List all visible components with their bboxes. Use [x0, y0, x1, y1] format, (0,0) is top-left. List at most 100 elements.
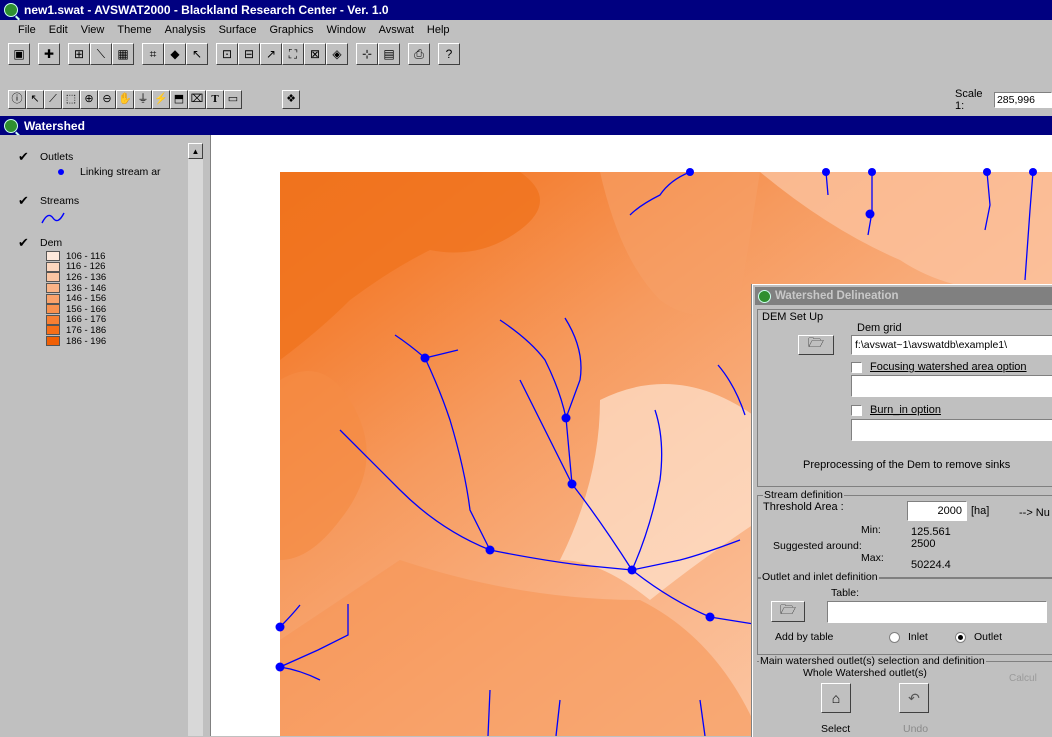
button-bar: ▣ ✚ ⊞ ⟍ ▦ ⌗ ◆ ↖ ⊡ ⊟ ↗ ⛶ ⊠ ◈ ⊹ ▤ ⎙ ?: [8, 42, 460, 66]
edit-legend-icon[interactable]: ⟍: [90, 43, 112, 65]
vertex-edit-icon[interactable]: ⟋: [44, 90, 62, 109]
arcview-app-icon[interactable]: [4, 3, 18, 17]
menu-edit[interactable]: Edit: [49, 24, 68, 36]
dem-class-label: 166 - 176: [66, 314, 107, 326]
menu-surface[interactable]: Surface: [219, 24, 257, 36]
identify-icon[interactable]: ⓘ: [8, 90, 26, 109]
outlet-point[interactable]: [420, 353, 430, 363]
pan-icon[interactable]: ✋: [116, 90, 134, 109]
select-outlet-button[interactable]: ⌂: [821, 683, 851, 713]
text-icon[interactable]: T: [206, 90, 224, 109]
outlet-point[interactable]: [983, 168, 991, 176]
outlet-point[interactable]: [485, 545, 495, 555]
undo-label: Undo: [903, 723, 929, 735]
dialog-title-bar[interactable]: Watershed Delineation: [755, 287, 1052, 305]
dialog-app-icon[interactable]: [758, 289, 771, 303]
burn-in-option[interactable]: Burn_in option: [851, 404, 941, 416]
stream-definition-label: Stream definition: [763, 489, 844, 501]
hot-link-icon[interactable]: ⚡: [152, 90, 170, 109]
label-icon[interactable]: ⌧: [188, 90, 206, 109]
menu-view[interactable]: View: [81, 24, 105, 36]
table-label: Table:: [831, 587, 860, 599]
undo-outlet-button[interactable]: ↶: [899, 683, 929, 713]
outlet-point[interactable]: [275, 622, 285, 632]
outlet-point[interactable]: [1029, 168, 1037, 176]
outlet-point[interactable]: [561, 413, 571, 423]
toc-scrollbar-track[interactable]: [188, 159, 203, 736]
theme-streams[interactable]: ✔ Streams: [18, 193, 79, 209]
menu-graphics[interactable]: Graphics: [270, 24, 314, 36]
menu-analysis[interactable]: Analysis: [165, 24, 206, 36]
zoom-active-themes-icon[interactable]: ⊟: [238, 43, 260, 65]
zoom-previous-icon[interactable]: ◈: [326, 43, 348, 65]
measure-icon[interactable]: ⏚: [134, 90, 152, 109]
add-theme-icon[interactable]: ✚: [38, 43, 60, 65]
zoom-in-icon[interactable]: ⊕: [80, 90, 98, 109]
outlet-point[interactable]: [567, 479, 577, 489]
focusing-option[interactable]: Focusing watershed area option: [851, 361, 1027, 373]
menu-theme[interactable]: Theme: [117, 24, 151, 36]
locate-address-icon[interactable]: ◆: [164, 43, 186, 65]
inlet-option[interactable]: Inlet: [889, 631, 928, 643]
outlet-radio[interactable]: [955, 631, 966, 643]
outlet-point[interactable]: [865, 209, 875, 219]
menu-window[interactable]: Window: [327, 24, 366, 36]
burn-in-field[interactable]: [851, 419, 1052, 441]
print-icon[interactable]: ⎙: [408, 43, 430, 65]
dem-setup-label: DEM Set Up: [761, 311, 825, 323]
outlet-point[interactable]: [868, 168, 876, 176]
zoom-full-extent-icon[interactable]: ⊡: [216, 43, 238, 65]
table-open-button[interactable]: 🗁: [771, 601, 805, 622]
theme-dem[interactable]: ✔ Dem: [18, 235, 62, 251]
query-builder-icon[interactable]: ↖: [186, 43, 208, 65]
table-field[interactable]: [827, 601, 1047, 623]
outlet-point[interactable]: [822, 168, 830, 176]
focusing-checkbox[interactable]: [851, 361, 862, 373]
draw-rectangle-icon[interactable]: ▭: [224, 90, 242, 109]
outlet-option[interactable]: Outlet: [955, 631, 1002, 643]
dem-class-swatch: [46, 325, 60, 336]
zoom-selected-icon[interactable]: ↗: [260, 43, 282, 65]
dem-grid-open-button[interactable]: 🗁: [798, 335, 834, 355]
theme-visible-checkmark-icon[interactable]: ✔: [18, 193, 36, 209]
whole-watershed-label: Whole Watershed outlet(s): [803, 667, 927, 679]
zoom-out-icon[interactable]: ⊖: [98, 90, 116, 109]
open-table-icon[interactable]: ▦: [112, 43, 134, 65]
dem-grid-field[interactable]: f:\avswat~1\avswatdb\example1\: [851, 335, 1052, 355]
help-icon[interactable]: ?: [438, 43, 460, 65]
menu-help[interactable]: Help: [427, 24, 450, 36]
focusing-field[interactable]: [851, 375, 1052, 397]
save-icon[interactable]: ▣: [8, 43, 30, 65]
select-feature-icon[interactable]: ⬚: [62, 90, 80, 109]
burn-in-checkbox[interactable]: [851, 404, 862, 416]
menu-file[interactable]: File: [18, 24, 36, 36]
find-icon[interactable]: ⌗: [142, 43, 164, 65]
zoom-in-center-icon[interactable]: ⛶: [282, 43, 304, 65]
theme-outlets[interactable]: ✔ Outlets: [18, 149, 73, 165]
clear-selection-icon[interactable]: ▤: [378, 43, 400, 65]
outlet-point[interactable]: [705, 612, 715, 622]
zoom-out-center-icon[interactable]: ⊠: [304, 43, 326, 65]
outlet-point[interactable]: [686, 168, 694, 176]
pointer-icon[interactable]: ↖: [26, 90, 44, 109]
menu-avswat[interactable]: Avswat: [379, 24, 414, 36]
outlet-point[interactable]: [275, 662, 285, 672]
inlet-radio[interactable]: [889, 631, 900, 643]
app-title-bar[interactable]: new1.swat - AVSWAT2000 - Blackland Resea…: [0, 0, 1052, 20]
view-window-icon[interactable]: [4, 118, 18, 133]
outlet-tool-icon[interactable]: ❖: [282, 90, 300, 109]
theme-properties-icon[interactable]: ⊞: [68, 43, 90, 65]
dialog-title: Watershed Delineation: [775, 290, 899, 302]
toc-scroll-up-button[interactable]: ▲: [188, 143, 203, 159]
scale-input[interactable]: 285,996: [993, 92, 1052, 108]
area-of-interest-icon[interactable]: ⬒: [170, 90, 188, 109]
outlet-label: Outlet: [974, 631, 1003, 643]
theme-visible-checkmark-icon[interactable]: ✔: [18, 149, 36, 165]
select-features-icon[interactable]: ⊹: [356, 43, 378, 65]
view-title-bar[interactable]: Watershed: [0, 116, 1052, 135]
menu-bar: File Edit View Theme Analysis Surface Gr…: [18, 22, 463, 38]
threshold-input[interactable]: 2000: [907, 501, 967, 521]
outlet-point[interactable]: [627, 565, 637, 575]
theme-visible-checkmark-icon[interactable]: ✔: [18, 235, 36, 251]
focusing-label: Focusing watershed area option: [870, 361, 1027, 373]
